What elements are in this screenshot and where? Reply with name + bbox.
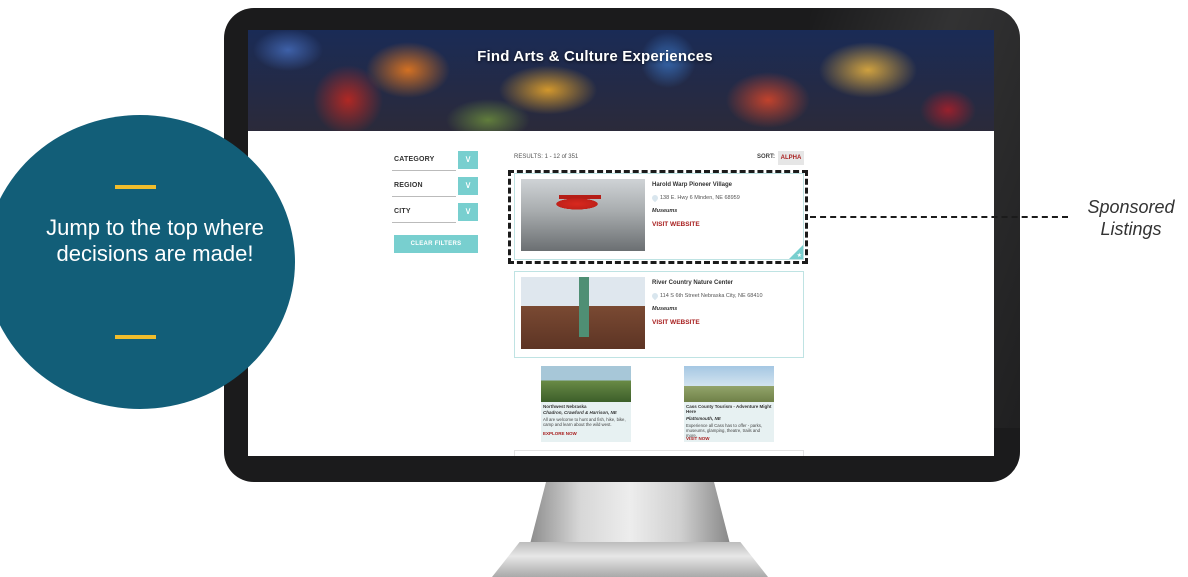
card-subtitle: Chadron, Crawford & Harrison, NE — [543, 410, 617, 415]
monitor-stand-base — [492, 542, 768, 577]
filter-region[interactable]: REGION ∨ — [392, 177, 478, 197]
listing-address: 114 S 6th Street Nebraska City, NE 68410 — [660, 293, 763, 299]
filter-divider — [392, 222, 456, 223]
filter-label: REGION — [394, 182, 423, 189]
filter-city[interactable]: CITY ∨ — [392, 203, 478, 223]
sort-alpha-button[interactable]: ALPHA — [778, 151, 804, 165]
listing-photo — [521, 277, 645, 349]
listing-card[interactable]: River Country Nature Center 114 S 6th St… — [514, 271, 804, 358]
filter-label: CITY — [394, 208, 411, 215]
chevron-down-icon[interactable]: ∨ — [458, 151, 478, 169]
featured-card[interactable]: Northwest Nebraska Chadron, Crawford & H… — [541, 366, 631, 442]
sponsored-highlight-box — [508, 170, 808, 264]
clear-filters-button[interactable]: CLEAR FILTERS — [394, 235, 478, 253]
sponsored-callout-line — [810, 216, 1068, 218]
listing-card-partial — [514, 450, 804, 456]
filter-divider — [392, 170, 456, 171]
callout-circle-text: Jump to the top where decisions are made… — [46, 215, 264, 266]
card-subtitle: Plattsmouth, NE — [686, 416, 721, 421]
card-title: Cass County Tourism - Adventure Might He… — [686, 404, 772, 414]
page-title: Find Arts & Culture Experiences — [477, 48, 713, 65]
card-photo — [541, 366, 631, 402]
results-count: RESULTS: 1 - 12 of 351 — [514, 154, 579, 160]
monitor-stand-neck — [530, 482, 730, 544]
chevron-down-icon[interactable]: ∨ — [458, 177, 478, 195]
listing-title: River Country Nature Center — [652, 280, 734, 286]
chevron-down-icon[interactable]: ∨ — [458, 203, 478, 221]
hero-banner: Find Arts & Culture Experiences — [248, 30, 994, 131]
card-description: All are welcome to hunt and fish, hike, … — [543, 417, 626, 427]
gold-bar-top — [115, 185, 156, 189]
featured-card[interactable]: Cass County Tourism - Adventure Might He… — [684, 366, 774, 442]
visit-website-link[interactable]: VISIT WEBSITE — [652, 319, 700, 326]
listing-category: Museums — [652, 306, 678, 312]
sponsored-listings-label: Sponsored Listings — [1087, 197, 1175, 239]
card-title: Northwest Nebraska — [543, 404, 587, 409]
visit-now-link[interactable]: VISIT NOW — [686, 436, 710, 441]
gold-bar-bottom — [115, 335, 156, 339]
location-pin-icon — [650, 291, 660, 301]
filter-category[interactable]: CATEGORY ∨ — [392, 151, 478, 171]
filter-divider — [392, 196, 456, 197]
sort-label: SORT: — [757, 154, 775, 160]
card-photo — [684, 366, 774, 402]
filter-label: CATEGORY — [394, 156, 435, 163]
explore-now-link[interactable]: EXPLORE NOW — [543, 431, 577, 436]
